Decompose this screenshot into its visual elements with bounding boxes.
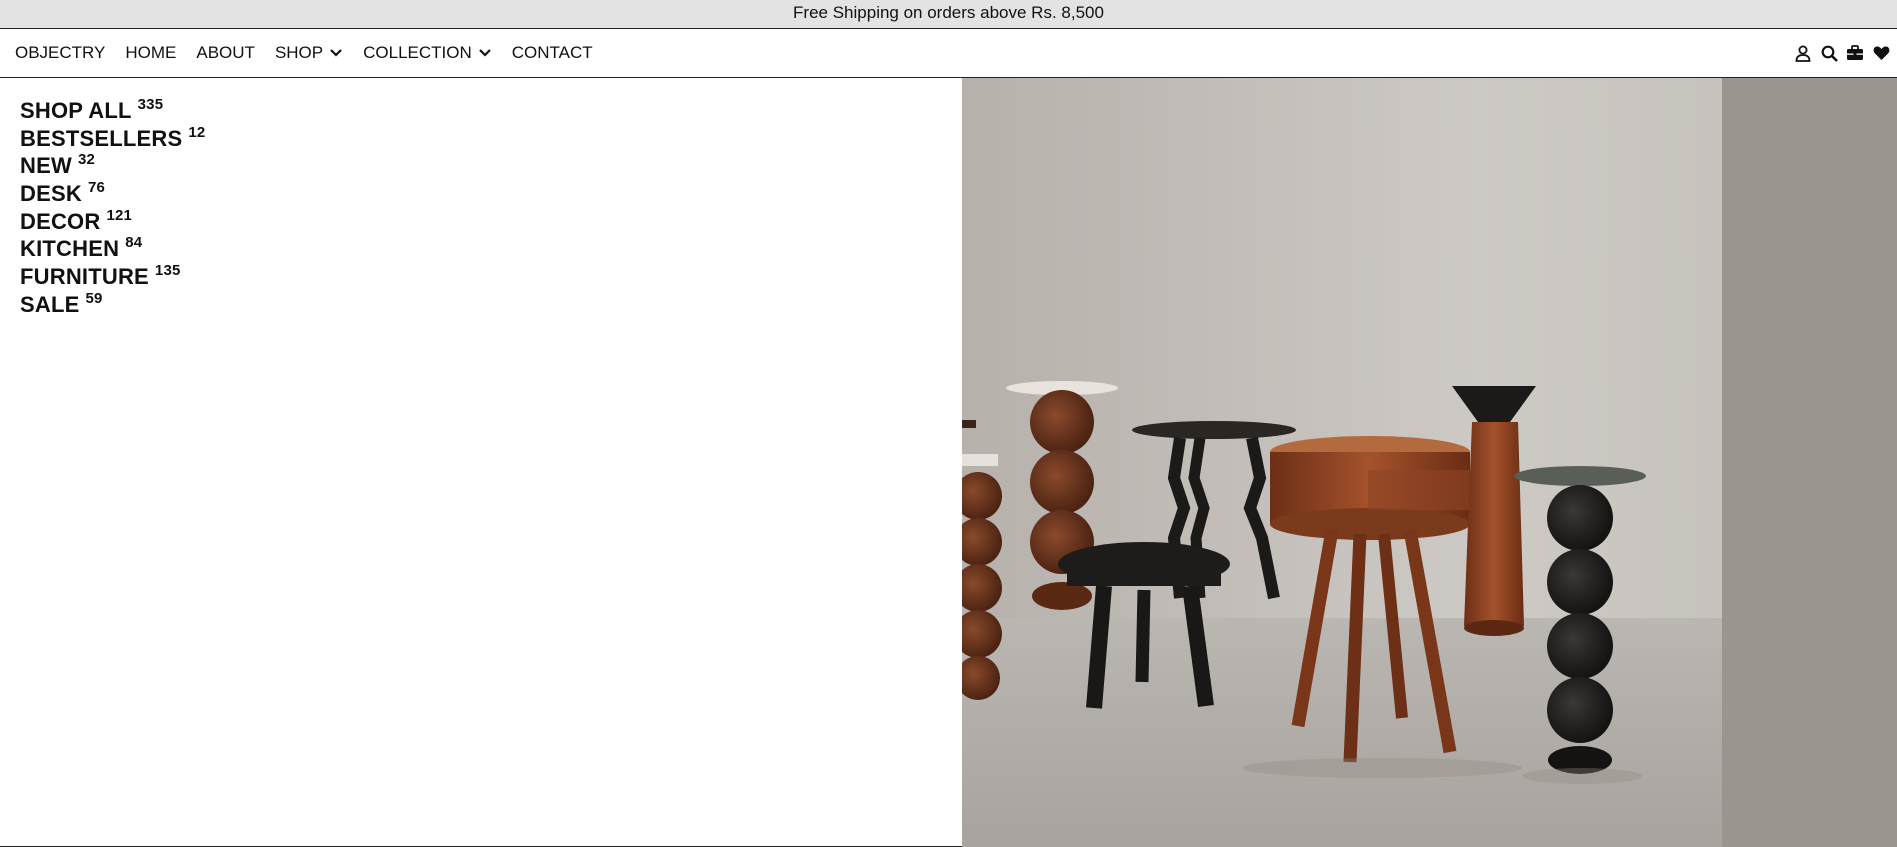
nav-links: OBJECTRY HOME ABOUT SHOP COLLECTION CONT… xyxy=(15,29,613,77)
nav-link-objectry[interactable]: OBJECTRY xyxy=(15,43,105,63)
heart-icon[interactable] xyxy=(1871,43,1891,63)
nav-link-label: SHOP xyxy=(274,43,324,62)
nav-link-label: ABOUT xyxy=(196,43,255,62)
nav-link-home[interactable]: HOME xyxy=(125,43,176,63)
nav-link-contact[interactable]: CONTACT xyxy=(512,43,593,63)
category-count: 76 xyxy=(87,179,106,197)
chevron-down-icon xyxy=(330,49,342,57)
nav-link-label: OBJECTRY xyxy=(15,43,106,62)
nav-link-label: CONTACT xyxy=(511,43,593,62)
announcement-bar: Free Shipping on orders above Rs. 8,500 xyxy=(0,0,1897,29)
category-furniture[interactable]: FURNITURE 135 xyxy=(20,262,205,290)
category-name: SHOP ALL xyxy=(20,98,132,123)
category-kitchen[interactable]: KITCHEN 84 xyxy=(20,234,205,262)
category-sale[interactable]: SALE 59 xyxy=(20,290,205,318)
nav-link-about[interactable]: ABOUT xyxy=(196,43,255,63)
category-name: DECOR xyxy=(20,208,101,234)
category-count: 84 xyxy=(125,234,143,252)
announcement-text: Free Shipping on orders above Rs. 8,500 xyxy=(793,3,1104,22)
category-name: DESK xyxy=(20,181,82,207)
category-desk[interactable]: DESK 76 xyxy=(20,179,205,207)
category-count: 12 xyxy=(188,123,206,141)
nav-link-label: HOME xyxy=(125,43,177,62)
category-new[interactable]: NEW 32 xyxy=(20,151,205,179)
category-bestsellers[interactable]: BESTSELLERS 12 xyxy=(20,124,205,152)
category-name: SALE xyxy=(20,291,80,317)
category-count: 32 xyxy=(77,151,96,169)
category-list: SHOP ALL 335 BESTSELLERS 12 NEW 32 DESK 76 D… xyxy=(20,96,205,318)
category-count: 135 xyxy=(154,262,181,280)
nav-link-shop[interactable]: SHOP xyxy=(275,43,343,63)
category-count: 121 xyxy=(106,206,133,224)
category-shop-all[interactable]: SHOP ALL 335 xyxy=(20,96,205,124)
nav-link-collection[interactable]: COLLECTION xyxy=(363,43,492,63)
hero-image xyxy=(962,78,1897,847)
category-name: BESTSELLERS xyxy=(20,125,183,151)
category-panel: SHOP ALL 335 BESTSELLERS 12 NEW 32 DESK 76 D… xyxy=(0,78,962,847)
category-name: FURNITURE xyxy=(20,264,149,290)
category-count: 59 xyxy=(85,289,103,307)
category-decor[interactable]: DECOR 121 xyxy=(20,207,205,235)
user-icon[interactable] xyxy=(1793,43,1813,63)
search-icon[interactable] xyxy=(1819,43,1839,63)
nav-icons xyxy=(1787,29,1891,77)
nav-link-label: COLLECTION xyxy=(363,43,472,62)
furniture-photo xyxy=(962,78,1897,847)
briefcase-icon[interactable] xyxy=(1845,43,1865,63)
category-name: NEW xyxy=(20,153,72,179)
chevron-down-icon xyxy=(478,49,491,57)
main-navigation: OBJECTRY HOME ABOUT SHOP COLLECTION CONT… xyxy=(0,29,1897,78)
category-count: 335 xyxy=(137,96,164,113)
category-name: KITCHEN xyxy=(20,236,120,262)
